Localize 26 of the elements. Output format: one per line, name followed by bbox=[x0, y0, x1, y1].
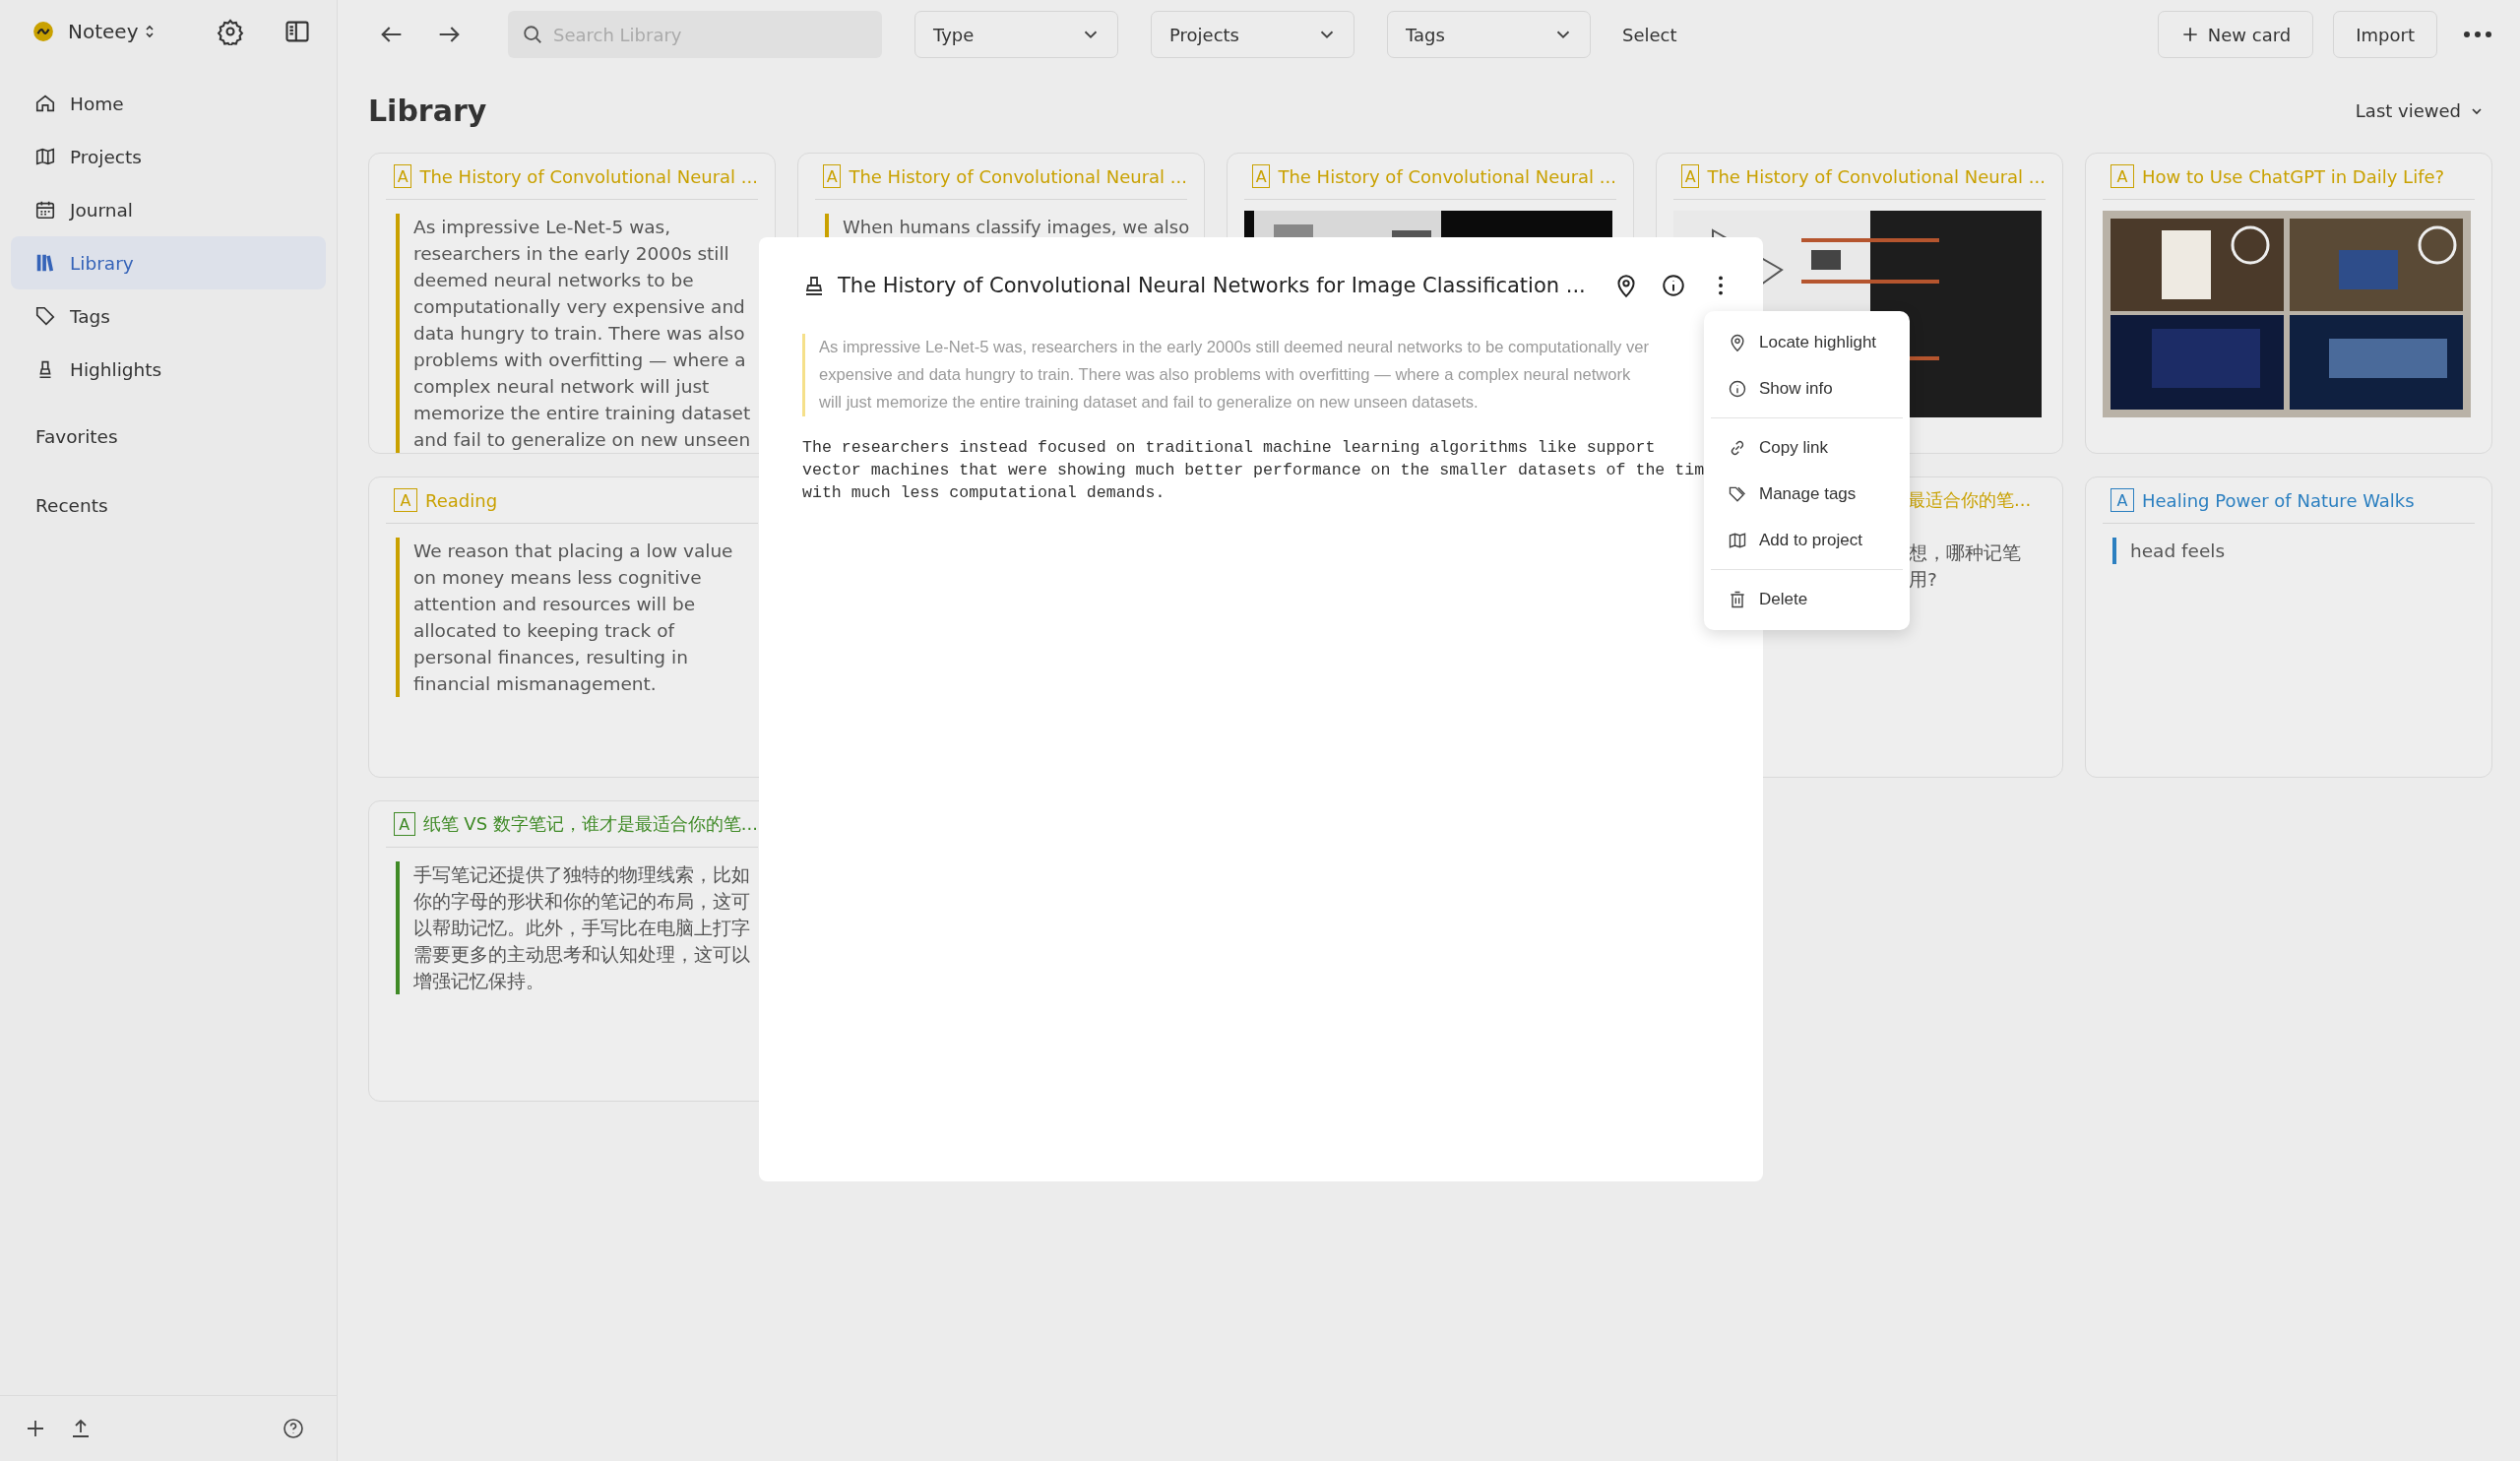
dialog-title: The History of Convolutional Neural Networks for Image Classification ... bbox=[838, 274, 1587, 297]
highlight-type-icon: A bbox=[1681, 164, 1700, 188]
highlight-type-icon: A bbox=[1252, 164, 1271, 188]
highlight-type-icon: A bbox=[394, 488, 417, 512]
highlight-type-icon: A bbox=[394, 812, 415, 836]
quote-text: As impressive Le-Net-5 was, researchers in the early 2000s still deemed neural networks to be computationally ver expensive and data hungry to train. There was also problems with overfitting — where a complex neural network will just memorize the entire training dataset and fail to generalize on new unseen datasets. bbox=[819, 337, 1650, 413]
highlight-type-icon: A bbox=[2110, 488, 2134, 512]
highlight-type-icon: A bbox=[823, 164, 842, 188]
card-text: 想，哪种记笔 用? bbox=[1909, 541, 2022, 592]
card-title: 纸笔 VS 数字笔记，谁才是最适合你的笔... bbox=[422, 812, 758, 836]
card-text: We reason that placing a low value on money means less cognitive attention and resources will be allocated to keeping track of personal finances, resulting in financial mismanagement. bbox=[413, 540, 734, 696]
highlight-type-icon: A bbox=[2110, 164, 2134, 188]
card-title: The History of Convolutional Neural ... bbox=[1278, 165, 1616, 187]
card-text: 手写笔记还提供了独特的物理线索，比如你的字母的形状和你的笔记的布局，这可以帮助记忆。此外，手写比在电脑上打字需要更多的主动思考和认知处理，这可以增强记忆保持。 bbox=[413, 863, 751, 993]
card-text: When humans classify images, we also bbox=[843, 216, 1190, 239]
card-text: As impressive Le-Net-5 was, researchers in the early 2000s still deemed neural networks to be computationally very expensive and data hungry to train. There was also problems with overfitting — where a complex neural network will just memorize the entire training dataset and fail to generalize on new unseen bbox=[413, 216, 752, 452]
highlight-type-icon: A bbox=[394, 164, 412, 188]
card-title: The History of Convolutional Neural ... bbox=[849, 165, 1187, 187]
card-title: The History of Convolutional Neural ... bbox=[419, 165, 758, 187]
card-title: Healing Power of Nature Walks bbox=[2142, 489, 2415, 511]
card-title: Reading bbox=[425, 489, 498, 511]
card-title: 最适合你的笔... bbox=[1908, 488, 2032, 512]
card-title: The History of Convolutional Neural ... bbox=[1707, 165, 2046, 187]
card-title: How to Use ChatGPT in Daily Life? bbox=[2142, 165, 2445, 187]
card-text: head feels bbox=[2130, 540, 2227, 563]
page-title: Library bbox=[368, 94, 487, 128]
